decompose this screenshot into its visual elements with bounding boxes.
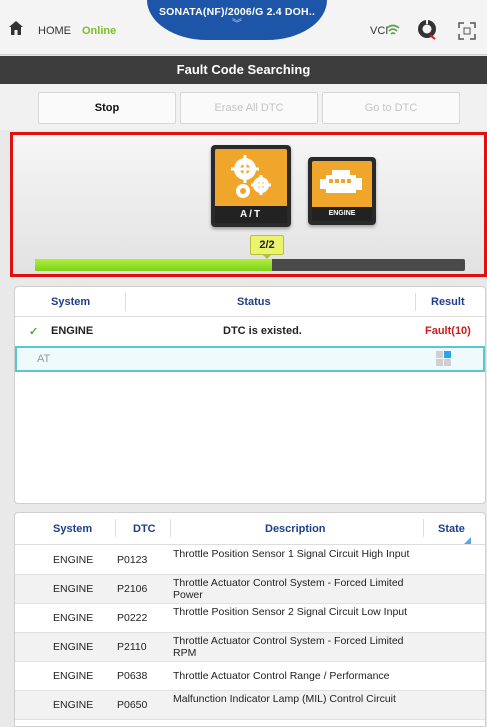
progress-bar-fill [35,259,272,271]
connection-status: Online [82,25,117,37]
loading-icon [436,351,451,366]
engine-icon [320,170,362,193]
check-icon: ✓ [29,326,39,338]
system-table-header: System Status Result [15,287,485,317]
header-state[interactable]: State [438,523,465,535]
dtc-system: ENGINE [53,612,94,624]
dtc-description: Throttle Position Sensor 1 Signal Circui… [173,548,410,560]
go-to-dtc-button[interactable]: Go to DTC [322,92,460,124]
dtc-system: ENGINE [53,699,94,711]
top-bar: HOME Online SONATA(NF)/2006/G 2.4 DOH.. … [0,0,487,55]
dtc-description: Malfunction Indicator Lamp (MIL) Control… [173,693,396,705]
dtc-row[interactable]: ENGINE P2110 Throttle Actuator Control S… [15,633,485,662]
system-name: ENGINE [51,325,94,337]
dtc-description: Throttle Position Sensor 2 Signal Circui… [173,606,408,618]
fullscreen-icon[interactable] [458,22,476,40]
system-name: AT [37,353,51,365]
module-at: A/T [211,145,291,227]
dtc-code: P0123 [117,554,148,566]
system-row-at[interactable]: AT [15,346,485,372]
sort-indicator-icon [464,537,471,544]
dtc-table: System DTC Description State ENGINE P012… [14,512,486,727]
dtc-row[interactable]: ENGINE P0650 Malfunction Indicator Lamp … [15,691,485,720]
dtc-description: Throttle Actuator Control Range / Perfor… [173,670,390,682]
vci-tool-icon[interactable] [416,18,438,40]
action-bar: Stop Erase All DTC Go to DTC [0,84,487,130]
erase-all-dtc-button[interactable]: Erase All DTC [180,92,318,124]
dtc-row[interactable]: ENGINE P2106 Throttle Actuator Control S… [15,575,485,604]
header-status[interactable]: Status [237,296,271,308]
dtc-code: P0638 [117,670,148,682]
stop-button[interactable]: Stop [38,92,176,124]
header-system[interactable]: System [51,296,90,308]
header-system[interactable]: System [53,523,92,535]
dtc-description: Throttle Actuator Control System - Force… [173,577,404,601]
dtc-description: Throttle Actuator Control System - Force… [173,635,404,659]
module-engine-label: ENGINE [312,207,372,221]
gears-icon [231,155,271,198]
dtc-system: ENGINE [53,583,94,595]
vehicle-selector[interactable]: SONATA(NF)/2006/G 2.4 DOH.. ︾ [147,0,327,40]
dtc-system: ENGINE [53,670,94,682]
dtc-row[interactable]: ENGINE P0123 Throttle Position Sensor 1 … [15,546,485,575]
header-description[interactable]: Description [265,523,326,535]
dtc-code: P2110 [117,641,147,653]
header-result[interactable]: Result [431,296,465,308]
dtc-row[interactable]: ENGINE P0638 Throttle Actuator Control R… [15,662,485,691]
progress-bar [35,259,465,271]
scan-progress-panel: A/T ENGINE 2/2 [10,132,487,277]
progress-counter: 2/2 [250,235,284,255]
system-status-table: System Status Result ✓ ENGINE DTC is exi… [14,286,486,504]
dtc-code: P2106 [117,583,148,595]
system-result: Fault(10) [425,325,471,337]
header-dtc[interactable]: DTC [133,523,156,535]
dtc-table-header: System DTC Description State [15,513,485,545]
module-at-label: A/T [215,206,287,223]
dtc-system: ENGINE [53,554,94,566]
module-engine: ENGINE [308,157,376,225]
dtc-row[interactable]: ENGINE P0222 Throttle Position Sensor 2 … [15,604,485,633]
wifi-signal-icon [386,24,400,35]
dtc-code: P0650 [117,699,148,711]
system-row-engine[interactable]: ✓ ENGINE DTC is existed. Fault(10) [15,318,485,344]
dtc-system: ENGINE [53,641,94,653]
home-label[interactable]: HOME [38,25,71,37]
page-title: Fault Code Searching [0,56,487,84]
vehicle-title: SONATA(NF)/2006/G 2.4 DOH.. [158,6,316,18]
home-icon[interactable] [8,20,24,36]
chevron-down-icon: ︾ [232,19,242,30]
system-status: DTC is existed. [223,325,302,337]
dtc-code: P0222 [117,612,148,624]
